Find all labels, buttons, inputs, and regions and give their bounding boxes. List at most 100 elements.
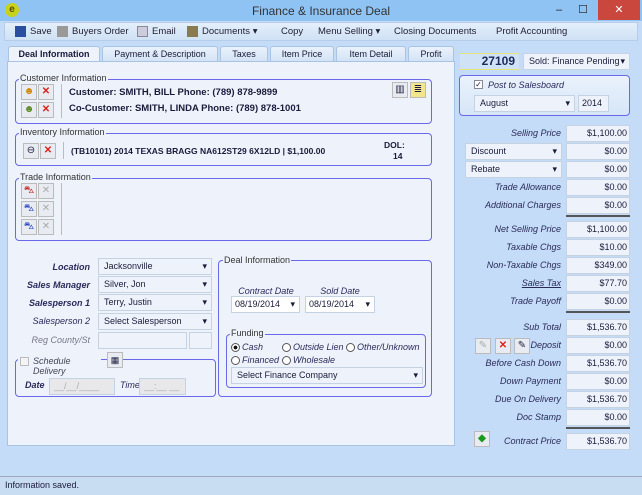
tab-item-price[interactable]: Item Price <box>270 46 334 61</box>
tab-taxes[interactable]: Taxes <box>220 46 268 61</box>
contract-price-value: $1,536.70 <box>566 433 630 450</box>
window-title: Finance & Insurance Deal <box>251 4 391 18</box>
selling-price-value[interactable]: $1,100.00 <box>566 125 630 142</box>
remove-inventory-button[interactable]: ✕ <box>40 143 56 159</box>
rebate-value[interactable]: $0.00 <box>566 161 630 178</box>
funding-wholesale-radio[interactable]: Wholesale <box>282 355 335 366</box>
salesperson-1-select[interactable]: Terry, Justin <box>98 294 212 311</box>
title-bar: e Finance & Insurance Deal – ☐ ✕ <box>0 0 642 21</box>
copy-button[interactable]: Copy <box>281 26 303 37</box>
tab-payment-description[interactable]: Payment & Description <box>102 46 218 61</box>
reg-state-input[interactable] <box>189 332 212 349</box>
doc-stamp-value: $0.00 <box>566 409 630 426</box>
minimize-button[interactable]: – <box>548 0 570 20</box>
salesperson-2-label: Salesperson 2 <box>32 316 90 326</box>
sales-tax-value: $77.70 <box>566 275 630 292</box>
menu-selling-button[interactable]: Menu Selling ▾ <box>318 26 380 37</box>
dol-value: 14 <box>393 151 403 161</box>
subtotal-divider <box>566 215 630 217</box>
non-taxable-chgs-label: Non-Taxable Chgs <box>486 260 561 270</box>
post-to-salesboard-label: Post to Salesboard <box>488 80 565 90</box>
additional-charges-value: $0.00 <box>566 197 630 214</box>
discount-select[interactable]: Discount <box>465 143 562 160</box>
sales-tax-link[interactable]: Sales Tax <box>440 275 561 292</box>
location-select[interactable]: Jacksonville <box>98 258 212 275</box>
rebate-select[interactable]: Rebate <box>465 161 562 178</box>
save-button[interactable]: Save <box>15 26 52 37</box>
radio-icon <box>231 356 240 366</box>
remove-co-customer-button[interactable]: ✕ <box>38 102 54 118</box>
deposit-label: Deposit <box>530 340 561 350</box>
buyers-order-label: Buyers Order <box>72 26 129 38</box>
discount-value[interactable]: $0.00 <box>566 143 630 160</box>
reg-county-label: Reg County/St <box>31 335 90 345</box>
trade-group-label: Trade Information <box>19 172 92 182</box>
other-unknown-label: Other/Unknown <box>357 342 420 352</box>
buyers-order-button[interactable]: Buyers Order <box>57 26 129 37</box>
close-button[interactable]: ✕ <box>598 0 640 20</box>
clipboard-button[interactable]: ▥ <box>392 82 408 98</box>
post-to-salesboard-checkbox[interactable]: ✓ <box>474 80 483 89</box>
salesboard-month-select[interactable]: August <box>474 95 575 112</box>
maximize-button[interactable]: ☐ <box>572 0 594 20</box>
delivery-date-input[interactable]: __/__/____ <box>49 378 115 395</box>
contract-date-label: Contract Date <box>238 286 294 296</box>
sold-date-picker[interactable]: 08/19/2014 <box>305 296 375 313</box>
remove-trade-2-button[interactable]: ✕ <box>38 201 54 217</box>
notes-button[interactable]: ≣ <box>410 82 426 98</box>
funding-outside-lien-radio[interactable]: Outside Lien <box>282 342 344 353</box>
cash-label: Cash <box>242 342 264 352</box>
reg-county-input[interactable] <box>98 332 187 349</box>
sales-manager-select[interactable]: Silver, Jon <box>98 276 212 293</box>
email-button[interactable]: Email <box>137 26 176 37</box>
closing-documents-button[interactable]: Closing Documents <box>394 26 476 37</box>
contract-date-picker[interactable]: 08/19/2014 <box>231 296 300 313</box>
trade-payoff-value: $0.00 <box>566 293 630 310</box>
tab-deal-information[interactable]: Deal Information <box>8 46 100 62</box>
time-label: Time <box>120 380 140 390</box>
taxable-chgs-value: $10.00 <box>566 239 630 256</box>
delivery-time-input[interactable]: __:__ __ <box>139 378 186 395</box>
schedule-delivery-header: Schedule Delivery <box>18 355 101 376</box>
salesboard-year-input[interactable]: 2014 <box>578 95 609 112</box>
finance-company-select[interactable]: Select Finance Company <box>231 367 423 384</box>
tab-item-detail[interactable]: Item Detail <box>336 46 406 61</box>
deal-status-select[interactable]: Sold: Finance Pending <box>523 53 630 70</box>
customer-lookup-button[interactable]: ☻ <box>21 84 37 100</box>
additional-charges-label: Additional Charges <box>484 200 561 210</box>
doc-stamp-label: Doc Stamp <box>516 412 561 422</box>
remove-trade-1-button[interactable]: ✕ <box>38 183 54 199</box>
documents-label: Documents <box>202 26 251 38</box>
co-customer-lookup-button[interactable]: ☻ <box>21 102 37 118</box>
radio-icon <box>346 343 355 353</box>
sub-total-value: $1,536.70 <box>566 319 630 336</box>
schedule-delivery-label: Schedule Delivery <box>33 356 71 376</box>
inventory-group-label: Inventory Information <box>19 127 106 137</box>
documents-button[interactable]: Documents ▾ <box>187 26 257 37</box>
due-on-delivery-label: Due On Delivery <box>494 394 561 404</box>
financed-label: Financed <box>242 355 280 365</box>
remove-trade-3-button[interactable]: ✕ <box>38 219 54 235</box>
trade-1-car-button[interactable]: ⛍ <box>21 183 37 199</box>
salesperson-1-label: Salesperson 1 <box>28 298 90 308</box>
profit-accounting-button[interactable]: Profit Accounting <box>496 26 567 37</box>
subtotal-divider <box>566 311 630 313</box>
calendar-button[interactable]: ▦ <box>107 352 123 368</box>
funding-financed-radio[interactable]: Financed <box>231 355 280 366</box>
non-taxable-chgs-value: $349.00 <box>566 257 630 274</box>
tab-profit[interactable]: Profit <box>408 46 454 61</box>
trade-3-car-button[interactable]: ⛍ <box>21 219 37 235</box>
remove-customer-button[interactable]: ✕ <box>38 84 54 100</box>
email-label: Email <box>152 26 176 38</box>
schedule-delivery-checkbox[interactable] <box>20 357 29 366</box>
radio-selected-icon <box>231 343 240 353</box>
steering-wheel-icon[interactable]: ⊖ <box>23 143 39 159</box>
funding-cash-radio[interactable]: Cash <box>231 342 264 353</box>
funding-other-radio[interactable]: Other/Unknown <box>346 342 420 353</box>
salesperson-2-select[interactable]: Select Salesperson <box>98 313 212 330</box>
deal-info-group-label: Deal Information <box>223 255 292 265</box>
trade-2-car-button[interactable]: ⛍ <box>21 201 37 217</box>
radio-icon <box>282 356 291 366</box>
down-payment-label: Down Payment <box>499 376 561 386</box>
down-payment-value[interactable]: $0.00 <box>566 373 630 390</box>
